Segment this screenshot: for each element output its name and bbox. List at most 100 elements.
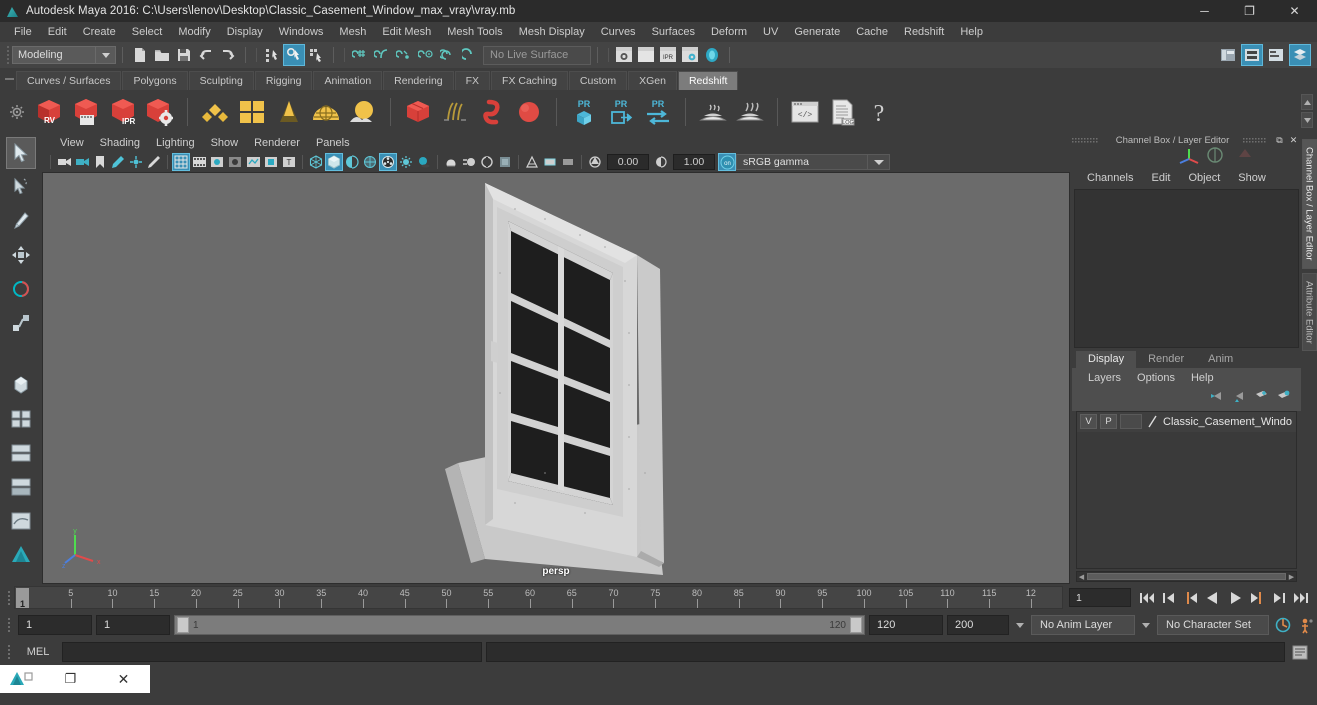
menu-deform[interactable]: Deform <box>703 23 755 41</box>
gamma-icon[interactable] <box>652 153 670 171</box>
resolution-gate-icon[interactable] <box>208 153 226 171</box>
shelf-tab-custom[interactable]: Custom <box>568 71 628 90</box>
color-management-icon[interactable]: on <box>718 153 736 171</box>
range-start-field[interactable]: 1 <box>96 615 170 635</box>
toggle-toolbox-icon[interactable] <box>1217 44 1239 66</box>
redshift-ipr-icon[interactable]: IPR <box>106 95 140 129</box>
layer-row[interactable]: V P Classic_Casement_Windo <box>1077 411 1296 432</box>
shelf-tab-sculpting[interactable]: Sculpting <box>188 71 254 90</box>
script-editor-icon[interactable] <box>1289 642 1311 662</box>
channels-menu[interactable]: Channels <box>1078 170 1142 186</box>
step-forward-frame-icon[interactable] <box>1247 588 1267 608</box>
gamma-field[interactable]: 1.00 <box>673 154 715 170</box>
menu-set-selector[interactable]: Modeling <box>12 46 96 64</box>
current-frame-field[interactable]: 1 <box>1069 588 1131 607</box>
menu-edit[interactable]: Edit <box>40 23 75 41</box>
layer-help-menu[interactable]: Help <box>1183 371 1222 385</box>
shelf-scroll-down-icon[interactable] <box>1301 112 1313 128</box>
step-back-keyframe-icon[interactable] <box>1159 588 1179 608</box>
animation-preferences-icon[interactable] <box>1297 615 1317 635</box>
menu-display[interactable]: Display <box>219 23 271 41</box>
live-surface-field[interactable]: No Live Surface <box>483 45 591 65</box>
shelf-tab-redshift[interactable]: Redshift <box>677 71 739 90</box>
go-to-start-icon[interactable] <box>1137 588 1157 608</box>
redshift-log-icon[interactable]: LOG <box>825 95 859 129</box>
channel-box-body[interactable] <box>1074 189 1299 348</box>
range-bar[interactable]: 1 120 <box>174 615 865 635</box>
menu-modify[interactable]: Modify <box>170 23 218 41</box>
tab-render[interactable]: Render <box>1136 350 1197 368</box>
shelf-tab-xgen[interactable]: XGen <box>628 71 677 90</box>
select-camera-icon[interactable] <box>55 153 73 171</box>
redshift-proxy-icon[interactable] <box>401 95 435 129</box>
wireframe-icon[interactable] <box>307 153 325 171</box>
command-language-label[interactable]: MEL <box>18 646 58 658</box>
layer-list-scrollbar[interactable]: ◀ ▶ <box>1076 571 1297 582</box>
redo-icon[interactable] <box>217 44 239 66</box>
anim-layer-selector[interactable]: No Anim Layer <box>1031 615 1135 635</box>
shelf-tab-rendering[interactable]: Rendering <box>383 71 454 90</box>
move-tool[interactable] <box>6 239 36 271</box>
ipr-render-icon[interactable]: IPR <box>657 44 679 66</box>
film-gate-icon[interactable] <box>190 153 208 171</box>
smooth-shade-icon[interactable] <box>325 153 343 171</box>
new-scene-icon[interactable] <box>129 44 151 66</box>
xray-joints-icon[interactable] <box>541 153 559 171</box>
snap-to-point-icon[interactable] <box>393 44 415 66</box>
channel-object-menu[interactable]: Object <box>1179 170 1229 186</box>
menu-windows[interactable]: Windows <box>271 23 332 41</box>
command-input[interactable] <box>62 642 482 662</box>
menu-file[interactable]: File <box>6 23 40 41</box>
layers-menu[interactable]: Layers <box>1080 371 1129 385</box>
menu-surfaces[interactable]: Surfaces <box>644 23 703 41</box>
vtab-channel-box-layer-editor[interactable]: Channel Box / Layer Editor <box>1301 139 1317 269</box>
image-plane-icon[interactable] <box>109 153 127 171</box>
shaded-wireframe-icon[interactable] <box>343 153 361 171</box>
use-all-lights-icon[interactable] <box>397 153 415 171</box>
layer-options-menu[interactable]: Options <box>1129 371 1183 385</box>
grease-pencil-icon[interactable] <box>145 153 163 171</box>
animation-start-field[interactable]: 1 <box>18 615 92 635</box>
viewport-menu-view[interactable]: View <box>52 136 92 150</box>
layer-type-toggle[interactable] <box>1120 414 1142 429</box>
layout-four-view-icon[interactable] <box>6 437 36 469</box>
redshift-bake-all-icon[interactable] <box>733 95 767 129</box>
redshift-dome-light-icon[interactable] <box>309 95 343 129</box>
shelf-tab-fx-caching[interactable]: FX Caching <box>491 71 568 90</box>
layer-playback-toggle[interactable]: P <box>1100 414 1117 429</box>
taskbar-close-button[interactable]: ✕ <box>97 671 150 688</box>
redshift-help-icon[interactable]: ? <box>862 95 896 129</box>
redshift-pr-object-icon[interactable]: PR <box>567 95 601 129</box>
viewport-3d[interactable]: persp y x z <box>42 172 1070 584</box>
layout-single-view-icon[interactable] <box>6 403 36 435</box>
select-by-component-icon[interactable] <box>305 44 327 66</box>
menu-mesh-display[interactable]: Mesh Display <box>511 23 593 41</box>
toggle-channel-box-icon[interactable] <box>1289 44 1311 66</box>
exposure-icon[interactable] <box>586 153 604 171</box>
new-layer-from-selected-icon[interactable] <box>1276 390 1291 406</box>
minimize-button[interactable]: ─ <box>1182 0 1227 22</box>
redshift-hair-icon[interactable] <box>438 95 472 129</box>
snap-to-grid-icon[interactable] <box>349 44 371 66</box>
menu-curves[interactable]: Curves <box>593 23 644 41</box>
grid-icon[interactable] <box>172 153 190 171</box>
viewport-menu-shading[interactable]: Shading <box>92 136 148 150</box>
layout-persp-outliner-icon[interactable] <box>6 471 36 503</box>
current-frame-indicator[interactable]: 1 <box>16 588 29 608</box>
layout-persp-graph-icon[interactable] <box>6 505 36 537</box>
select-tool[interactable] <box>6 137 36 169</box>
anim-layer-chevron-down-icon[interactable] <box>1013 615 1027 635</box>
play-forwards-icon[interactable] <box>1225 588 1245 608</box>
range-start-handle[interactable] <box>177 617 189 633</box>
camera-attributes-icon[interactable] <box>73 153 91 171</box>
shelf-grip[interactable] <box>2 68 16 90</box>
menu-uv[interactable]: UV <box>755 23 786 41</box>
shelf-tab-rigging[interactable]: Rigging <box>254 71 313 90</box>
viewport-menu-renderer[interactable]: Renderer <box>246 136 308 150</box>
scroll-left-icon[interactable]: ◀ <box>1077 573 1086 581</box>
go-to-end-icon[interactable] <box>1291 588 1311 608</box>
redshift-volume-icon[interactable] <box>475 95 509 129</box>
viewport-menu-panels[interactable]: Panels <box>308 136 358 150</box>
vtab-attribute-editor[interactable]: Attribute Editor <box>1301 272 1317 352</box>
redshift-sphere-icon[interactable] <box>512 95 546 129</box>
